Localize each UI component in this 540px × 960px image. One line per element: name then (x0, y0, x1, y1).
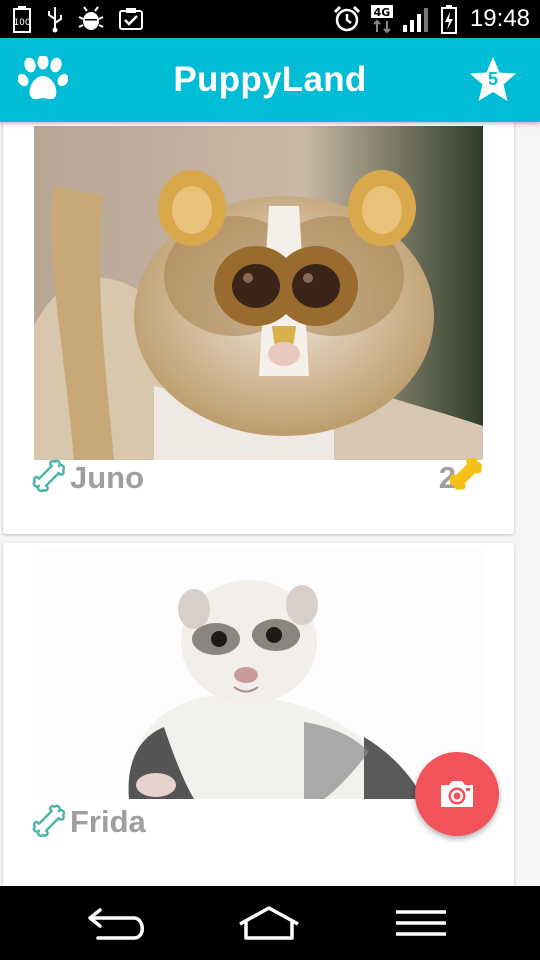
bone-outline-icon[interactable] (31, 803, 71, 848)
android-debug-icon (78, 5, 104, 33)
home-icon[interactable] (236, 904, 302, 947)
status-time: 19:48 (469, 5, 530, 32)
svg-text:100: 100 (13, 18, 30, 28)
network-4g-icon: 4G (370, 4, 394, 34)
menu-icon[interactable] (392, 904, 450, 947)
battery-100-icon: 100 (12, 5, 32, 33)
usb-icon (46, 5, 64, 33)
system-nav-bar (0, 886, 540, 960)
add-photo-button[interactable] (415, 752, 499, 836)
pet-name: Juno (70, 460, 145, 495)
bone-outline-icon[interactable] (31, 458, 71, 503)
signal-icon (402, 5, 432, 33)
app-toolbar: PuppyLand 5 (0, 38, 540, 122)
favorites-star-button[interactable]: 5 (468, 55, 518, 105)
back-icon[interactable] (86, 904, 150, 947)
camera-icon (441, 781, 473, 807)
battery-charging-icon (440, 4, 458, 34)
clipboard-check-icon (118, 6, 144, 32)
star-count-badge: 5 (487, 69, 498, 89)
pet-card[interactable]: Frida (3, 543, 514, 886)
status-bar: 100 4G 19:48 (0, 0, 540, 38)
pet-card[interactable]: Juno 2 (3, 122, 514, 534)
bone-filled-icon[interactable] (448, 456, 488, 501)
app-title: PuppyLand (173, 60, 367, 99)
alarm-icon (332, 4, 362, 34)
svg-text:4G: 4G (374, 6, 391, 19)
pet-photo[interactable] (34, 126, 483, 460)
pet-name: Frida (70, 804, 146, 839)
pet-photo[interactable] (34, 547, 483, 799)
